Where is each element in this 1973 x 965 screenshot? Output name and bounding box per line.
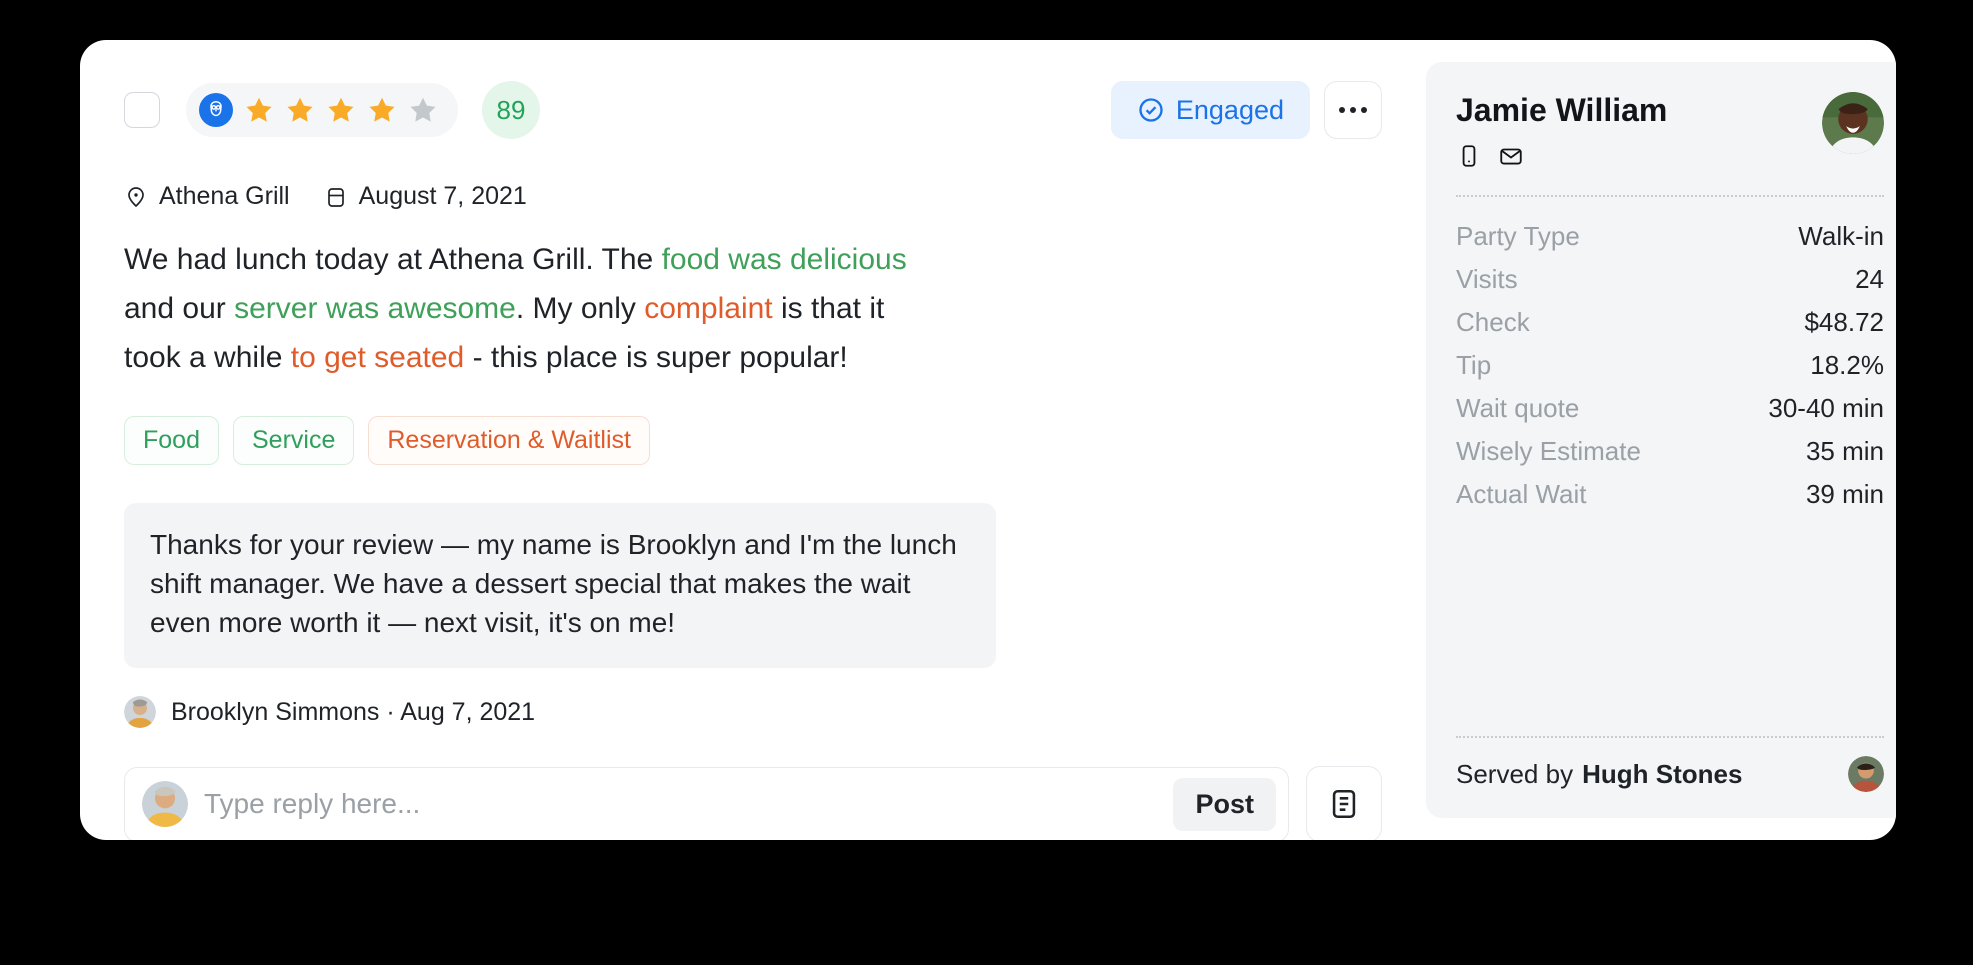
guest-detail-value: 24	[1855, 264, 1884, 294]
manager-reply-bubble: Thanks for your review — my name is Broo…	[124, 503, 996, 668]
guest-detail-row: Actual Wait 39 min	[1456, 473, 1884, 516]
panel-divider-bottom	[1456, 736, 1884, 738]
calendar-icon	[327, 187, 344, 207]
ellipsis-icon	[1339, 107, 1345, 113]
guest-detail-list: Party Type Walk-in Visits 24 Check $48.72 Tip 1…	[1456, 215, 1884, 516]
toolbar-actions: Engaged	[1110, 81, 1382, 139]
review-main-column: 89 Engaged Athena Grill August 7, 2021 W…	[80, 40, 1426, 840]
review-location: Athena Grill	[124, 182, 290, 211]
served-by-row: Served by Hugh Stones	[1456, 756, 1884, 792]
panel-divider-top	[1456, 195, 1884, 197]
review-date-label: August 7, 2021	[358, 182, 527, 210]
post-reply-button[interactable]: Post	[1173, 777, 1276, 831]
ellipsis-icon	[1350, 107, 1356, 113]
review-location-label: Athena Grill	[159, 182, 290, 210]
star-icon-1[interactable]	[244, 95, 274, 125]
guest-detail-label: Party Type	[1456, 221, 1580, 251]
guest-detail-value: 35 min	[1805, 436, 1884, 466]
guest-detail-label: Visits	[1456, 264, 1518, 294]
more-options-button[interactable]	[1324, 81, 1382, 139]
ellipsis-icon	[1361, 107, 1367, 113]
review-tag-chip[interactable]: Food	[124, 416, 219, 465]
guest-detail-label: Wait quote	[1456, 393, 1580, 423]
brooklyn-avatar	[124, 696, 156, 728]
review-segment-0: We had lunch today at Athena Grill. The	[124, 243, 662, 276]
review-tag-list: Food Service Reservation & Waitlist	[124, 416, 1382, 465]
review-segment-3: server was awesome	[234, 292, 516, 325]
reply-template-button[interactable]	[1306, 766, 1382, 840]
review-card: 89 Engaged Athena Grill August 7, 2021 W…	[80, 40, 1896, 840]
guest-detail-value: 18.2%	[1810, 350, 1884, 380]
sentiment-score-badge: 89	[482, 81, 540, 139]
guest-detail-row: Party Type Walk-in	[1456, 215, 1884, 258]
review-segment-1: food was delicious	[661, 243, 907, 276]
guest-detail-label: Wisely Estimate	[1456, 436, 1641, 466]
review-meta: Athena Grill August 7, 2021	[124, 182, 1382, 211]
star-icon-4[interactable]	[367, 95, 397, 125]
guest-detail-value: Walk-in	[1798, 221, 1884, 251]
guest-detail-label: Tip	[1456, 350, 1492, 380]
served-by-name: Hugh Stones	[1582, 758, 1743, 789]
guest-detail-value: 30-40 min	[1768, 393, 1884, 423]
review-toolbar: 89 Engaged	[124, 80, 1382, 140]
review-body-text: We had lunch today at Athena Grill. The …	[124, 235, 924, 382]
review-select-checkbox[interactable]	[124, 92, 160, 128]
guest-contact-icons	[1456, 143, 1667, 169]
review-tag-chip[interactable]: Reservation & Waitlist	[368, 416, 650, 465]
star-icon-2[interactable]	[285, 95, 315, 125]
guest-detail-row: Tip 18.2%	[1456, 344, 1884, 387]
review-date: August 7, 2021	[324, 182, 527, 211]
screen-root: 89 Engaged Athena Grill August 7, 2021 W…	[0, 0, 1973, 965]
guest-header: Jamie William	[1456, 92, 1884, 169]
review-segment-2: and our	[124, 292, 235, 325]
star-icon-5[interactable]	[408, 95, 438, 125]
status-badge-engaged[interactable]: Engaged	[1110, 81, 1310, 139]
guest-detail-label: Actual Wait	[1456, 479, 1587, 509]
hugh-stones-avatar	[1848, 756, 1884, 792]
current-user-avatar	[142, 781, 188, 827]
guest-name: Jamie William	[1456, 92, 1668, 128]
star-icon-3[interactable]	[326, 95, 356, 125]
review-tag-chip[interactable]: Service	[232, 416, 355, 465]
phone-icon[interactable]	[1456, 143, 1482, 169]
check-circle-icon	[1139, 98, 1163, 122]
review-segment-7: to get seated	[290, 341, 465, 374]
guest-detail-label: Check	[1456, 307, 1530, 337]
status-badge-label: Engaged	[1175, 94, 1284, 125]
guest-detail-row: Wisely Estimate 35 min	[1456, 430, 1884, 473]
guest-detail-panel: Jamie William Party Type Walk-in Visits …	[1426, 62, 1896, 818]
manager-reply-author: Brooklyn Simmons · Aug 7, 2021	[124, 696, 1382, 728]
envelope-icon[interactable]	[1498, 143, 1524, 169]
location-pin-icon	[128, 186, 144, 207]
template-document-icon	[1332, 789, 1356, 819]
review-segment-5: complaint	[644, 292, 773, 325]
jamie-william-avatar	[1822, 92, 1884, 154]
review-segment-8: - this place is super popular!	[464, 341, 848, 374]
reply-input[interactable]	[204, 788, 1174, 820]
manager-reply-author-label: Brooklyn Simmons · Aug 7, 2021	[171, 697, 536, 726]
guest-detail-value: $48.72	[1804, 307, 1884, 337]
reply-composer-row: Post	[124, 766, 1382, 840]
guest-detail-row: Check $48.72	[1456, 301, 1884, 344]
review-segment-4: . My only	[515, 292, 645, 325]
panel-spacer	[1456, 516, 1884, 710]
reply-composer[interactable]: Post	[124, 766, 1289, 840]
served-by-prefix: Served by	[1456, 758, 1574, 789]
owl-logo-icon	[199, 93, 233, 127]
guest-detail-row: Visits 24	[1456, 258, 1884, 301]
rating-pill	[186, 83, 458, 137]
guest-detail-value: 39 min	[1805, 479, 1884, 509]
guest-detail-row: Wait quote 30-40 min	[1456, 387, 1884, 430]
